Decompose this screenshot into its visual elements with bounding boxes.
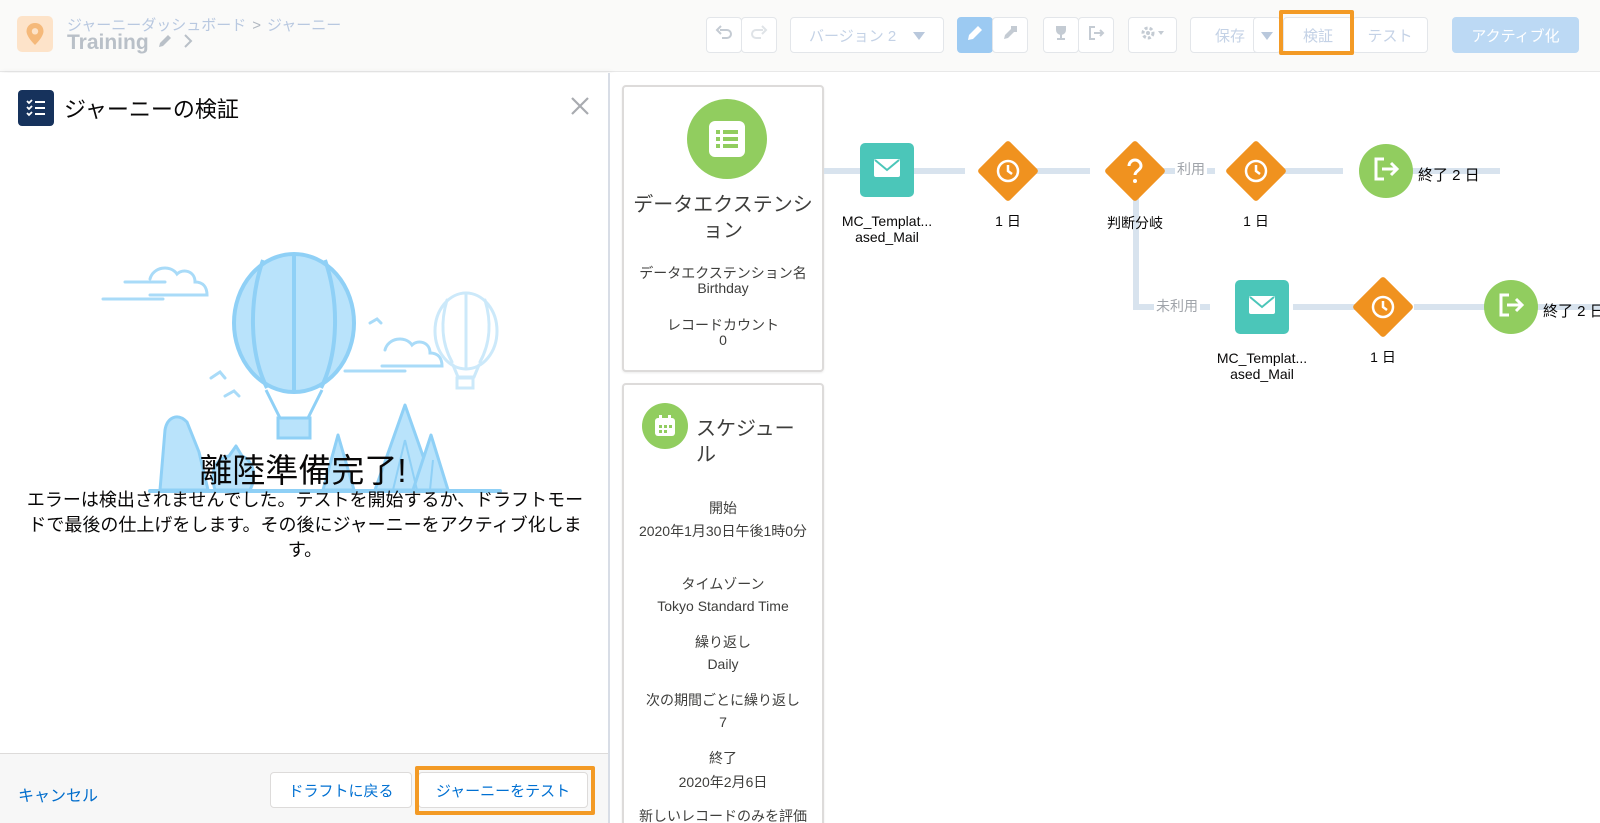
exit-icon — [1087, 24, 1105, 46]
trophy-icon — [1052, 24, 1070, 46]
copy-button[interactable] — [992, 17, 1028, 53]
panel-title: ジャーニーの検証 — [64, 97, 239, 122]
journey-path-lines — [824, 168, 1600, 310]
redo-button[interactable] — [741, 17, 777, 53]
validate-highlight-frame — [1279, 10, 1354, 55]
exit-icon — [1372, 156, 1400, 187]
clock-icon — [1243, 158, 1269, 184]
wait-activity-3-label: 1 日 — [1370, 349, 1396, 365]
activate-label: アクティブ化 — [1471, 27, 1560, 45]
breadcrumb-journey-link[interactable]: ジャーニー — [267, 17, 341, 34]
exit-node-2[interactable] — [1484, 280, 1538, 334]
location-pin-icon — [17, 16, 53, 52]
exit-criteria-button[interactable] — [1078, 17, 1114, 53]
validation-panel: ジャーニーの検証 離陸準備完了! エラーは検出されませんでした。テストを開始する… — [0, 73, 610, 823]
edit-mode-button[interactable] — [957, 17, 993, 53]
save-label: 保存 — [1214, 27, 1245, 45]
exit-node-1[interactable] — [1359, 144, 1413, 198]
test-journey-highlight-frame — [415, 766, 595, 815]
journey-name: Training — [67, 31, 149, 54]
cancel-link[interactable]: キャンセル — [18, 782, 98, 806]
email-activity-2[interactable] — [1235, 280, 1289, 334]
chevron-right-icon[interactable] — [181, 33, 195, 54]
goal-button[interactable] — [1043, 17, 1079, 53]
journey-title-row: Training — [67, 31, 195, 55]
clock-icon — [1370, 294, 1396, 320]
save-menu-button[interactable] — [1253, 17, 1281, 53]
test-button[interactable]: テスト — [1352, 17, 1428, 53]
copy-icon — [1001, 24, 1019, 46]
edit-icon — [966, 24, 984, 46]
exit-node-2-label: 終了 2 日 — [1543, 303, 1600, 320]
journey-canvas: データエクステンション データエクステンション名 Birthday レコードカウ… — [610, 73, 1600, 823]
panel-header: ジャーニーの検証 — [18, 90, 239, 126]
version-label: バージョン 2 — [809, 27, 897, 45]
close-icon[interactable] — [568, 95, 592, 119]
wait-activity-1-label: 1 日 — [995, 213, 1021, 229]
header-bar: ジャーニーダッシュボード>ジャーニー Training バージョン 2 保存 — [0, 0, 1600, 72]
exit-node-1-label: 終了 2 日 — [1418, 167, 1480, 184]
email-activity-1[interactable] — [860, 143, 914, 197]
redo-icon — [750, 24, 768, 46]
decision-split-label: 判断分岐 — [1107, 215, 1163, 231]
undo-icon — [715, 24, 733, 46]
caret-down-icon — [913, 27, 925, 44]
checklist-icon — [18, 90, 54, 126]
caret-down-icon — [1261, 27, 1273, 44]
pencil-icon[interactable] — [157, 33, 173, 54]
back-to-draft-button[interactable]: ドラフトに戻る — [270, 772, 412, 808]
question-icon — [1122, 157, 1148, 185]
exit-icon — [1497, 292, 1525, 323]
clock-icon — [995, 158, 1021, 184]
breadcrumb-separator: > — [252, 17, 262, 34]
validation-description: エラーは検出されませんでした。テストを開始するか、ドラフトモードで最後の仕上げを… — [26, 490, 584, 560]
test-label: テスト — [1367, 27, 1413, 45]
version-select[interactable]: バージョン 2 — [790, 17, 944, 53]
wait-activity-2-label: 1 日 — [1243, 213, 1269, 229]
undo-button[interactable] — [706, 17, 742, 53]
envelope-icon — [873, 158, 901, 183]
envelope-icon — [1248, 295, 1276, 320]
path-used-label: 利用 — [1175, 159, 1207, 179]
email-activity-2-label: MC_Templat... ased_Mail — [1216, 350, 1308, 382]
gear-icon — [1141, 26, 1165, 44]
email-activity-1-label: MC_Templat... ased_Mail — [841, 213, 933, 245]
ready-title: 離陸準備完了! — [199, 452, 407, 489]
activate-button[interactable]: アクティブ化 — [1452, 17, 1579, 53]
path-unused-label: 未利用 — [1154, 296, 1200, 316]
settings-button[interactable] — [1128, 17, 1177, 53]
